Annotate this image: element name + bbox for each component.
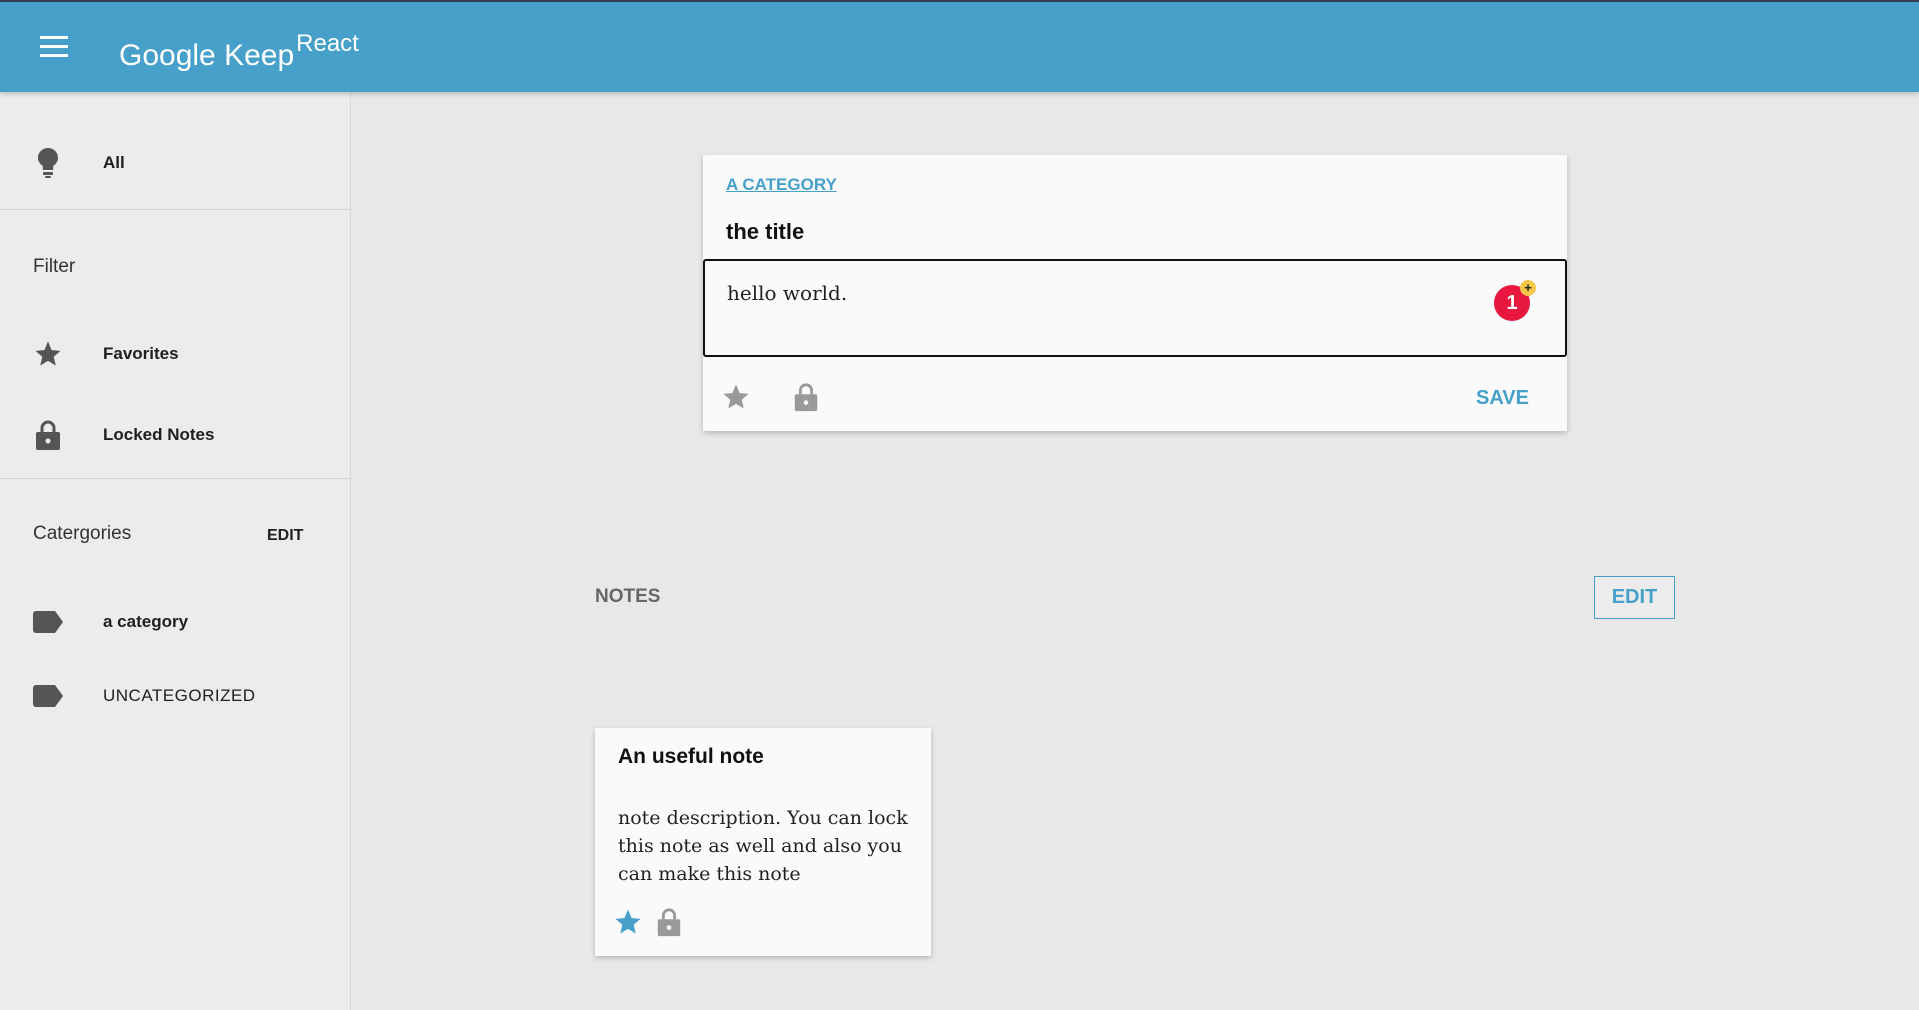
sidebar-item-all[interactable]: All: [0, 139, 350, 187]
categories-heading: Catergories: [33, 523, 132, 544]
note-card[interactable]: An useful note note description. You can…: [595, 728, 931, 956]
sidebar: All Filter Favorites Locked Notes Caterg…: [0, 92, 351, 1010]
plus-icon: +: [1520, 280, 1536, 296]
sidebar-item-label: Locked Notes: [103, 425, 215, 444]
lock-icon[interactable]: [654, 906, 684, 938]
star-icon[interactable]: [613, 906, 643, 938]
sidebar-item-category[interactable]: a category: [0, 598, 350, 646]
sidebar-item-label: All: [103, 153, 125, 172]
lightbulb-icon: [33, 147, 63, 179]
category-link[interactable]: A CATEGORY: [726, 175, 837, 195]
save-button[interactable]: SAVE: [1476, 387, 1529, 410]
categories-edit-button[interactable]: EDIT: [267, 527, 303, 545]
label-icon: [33, 680, 63, 712]
note-body-input[interactable]: hello world.: [703, 259, 1567, 357]
app-header: Google KeepReact: [0, 0, 1919, 92]
brand-superscript: React: [296, 30, 359, 57]
sidebar-item-label: UNCATEGORIZED: [103, 686, 256, 705]
notes-heading: NOTES: [595, 586, 661, 607]
sidebar-item-favorites[interactable]: Favorites: [0, 330, 350, 378]
notes-edit-button[interactable]: EDIT: [1594, 576, 1675, 619]
sidebar-item-label: a category: [103, 612, 189, 631]
sidebar-item-label: Favorites: [103, 344, 179, 363]
brand-name: Google Keep: [119, 39, 295, 72]
sidebar-divider: [0, 478, 350, 479]
filter-heading: Filter: [33, 256, 76, 277]
app-title: Google KeepReact: [119, 30, 359, 73]
sidebar-item-uncategorized[interactable]: UNCATEGORIZED: [0, 672, 350, 720]
star-icon: [33, 338, 63, 370]
star-icon[interactable]: [721, 381, 751, 413]
sidebar-item-locked-notes[interactable]: Locked Notes: [0, 411, 350, 459]
sidebar-divider: [0, 209, 350, 210]
note-editor: A CATEGORY hello world. 1 + SAVE: [703, 155, 1567, 431]
label-icon: [33, 606, 63, 638]
lock-icon[interactable]: [791, 381, 821, 413]
note-description: note description. You can lock this note…: [618, 807, 908, 885]
menu-icon[interactable]: [40, 36, 70, 58]
title-input[interactable]: [726, 217, 1426, 247]
note-title: An useful note: [618, 745, 764, 768]
lock-icon: [33, 419, 63, 451]
